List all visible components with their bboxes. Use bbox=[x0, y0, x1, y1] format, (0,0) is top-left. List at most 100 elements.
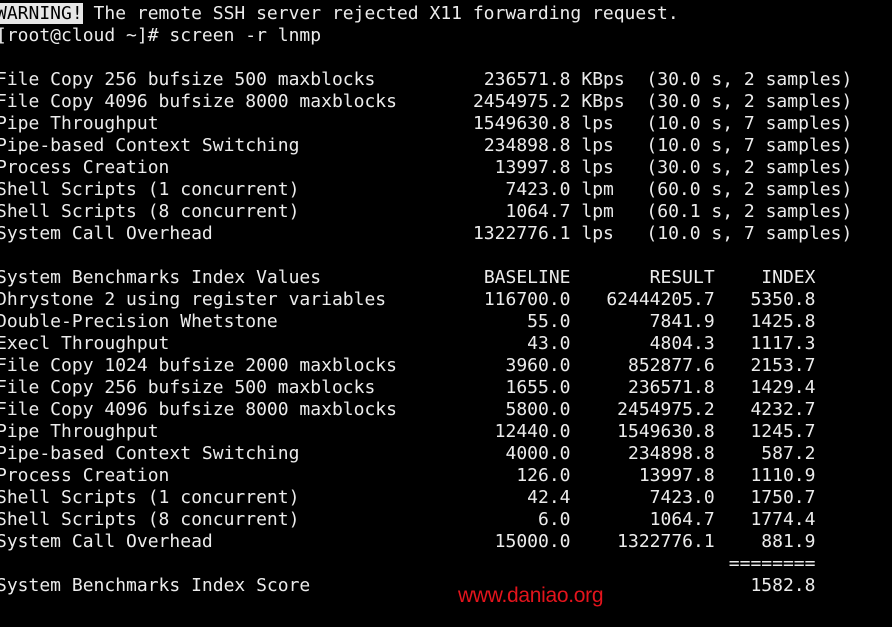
baseline-value: 55.0 bbox=[527, 311, 571, 332]
index-test-name: Process Creation bbox=[0, 465, 170, 486]
baseline-value: 15000.0 bbox=[494, 531, 571, 552]
index-row: System Call Overhead 15000.0 1322776.1 881.… bbox=[0, 531, 892, 553]
index-value: 4232.7 bbox=[750, 399, 816, 420]
index-row: Dhrystone 2 using register variables 1167… bbox=[0, 289, 892, 311]
result-row: Shell Scripts (8 concurrent) 1064.7 lpm (60… bbox=[0, 201, 892, 223]
test-unit: lps bbox=[581, 157, 614, 178]
test-name: System Call Overhead bbox=[0, 223, 213, 244]
test-detail: (30.0 s, 2 samples) bbox=[646, 157, 853, 178]
index-value: 587.2 bbox=[761, 443, 816, 464]
test-name: Pipe-based Context Switching bbox=[0, 135, 300, 156]
result-row: File Copy 256 bufsize 500 maxblocks 23657… bbox=[0, 69, 892, 91]
index-test-name: Double-Precision Whetstone bbox=[0, 311, 278, 332]
test-name: Pipe Throughput bbox=[0, 113, 159, 134]
baseline-value: 43.0 bbox=[527, 333, 571, 354]
baseline-value: 12440.0 bbox=[494, 421, 571, 442]
baseline-value: 116700.0 bbox=[483, 289, 571, 310]
result-value: 4804.3 bbox=[649, 333, 715, 354]
result-row: Process Creation 13997.8 lps (30.0 s, 2 sam… bbox=[0, 157, 892, 179]
baseline-value: 1655.0 bbox=[505, 377, 571, 398]
test-detail: (60.0 s, 2 samples) bbox=[646, 179, 853, 200]
index-value: 1750.7 bbox=[750, 487, 816, 508]
index-test-name: Pipe-based Context Switching bbox=[0, 443, 300, 464]
test-value: 2454975.2 bbox=[472, 91, 571, 112]
test-name: Process Creation bbox=[0, 157, 170, 178]
test-detail: (10.0 s, 7 samples) bbox=[646, 113, 853, 134]
test-unit: lps bbox=[581, 223, 614, 244]
index-test-name: File Copy 256 bufsize 500 maxblocks bbox=[0, 377, 376, 398]
result-value: 7841.9 bbox=[649, 311, 715, 332]
result-value: 234898.8 bbox=[627, 443, 715, 464]
index-row: Process Creation 126.0 13997.8 1110.9 bbox=[0, 465, 892, 487]
index-value: 1774.4 bbox=[750, 509, 816, 530]
baseline-value: 126.0 bbox=[516, 465, 571, 486]
index-row: Shell Scripts (1 concurrent) 42.4 7423.0 17… bbox=[0, 487, 892, 509]
result-value: 2454975.2 bbox=[617, 399, 715, 420]
index-table-title: System Benchmarks Index Values bbox=[0, 267, 322, 288]
header-index: INDEX bbox=[761, 267, 816, 288]
test-unit: lps bbox=[581, 113, 614, 134]
test-value: 234898.8 bbox=[483, 135, 571, 156]
index-test-name: File Copy 1024 bufsize 2000 maxblocks bbox=[0, 355, 397, 376]
index-test-name: Execl Throughput bbox=[0, 333, 170, 354]
result-value: 13997.8 bbox=[638, 465, 715, 486]
result-row: System Call Overhead 1322776.1 lps (10.0 s,… bbox=[0, 223, 892, 245]
test-detail: (60.1 s, 2 samples) bbox=[646, 201, 853, 222]
index-table-header: System Benchmarks Index Values BASELINE RE… bbox=[0, 267, 892, 289]
result-value: 852877.6 bbox=[627, 355, 715, 376]
test-value: 236571.8 bbox=[483, 69, 571, 90]
separator-line: ======== bbox=[0, 553, 892, 575]
score-line: System Benchmarks Index Score 1582.8 bbox=[0, 575, 892, 597]
test-unit: lpm bbox=[581, 179, 614, 200]
test-detail: (10.0 s, 7 samples) bbox=[646, 223, 853, 244]
score-label: System Benchmarks Index Score bbox=[0, 575, 311, 596]
test-value: 13997.8 bbox=[494, 157, 571, 178]
index-row: File Copy 1024 bufsize 2000 maxblocks 396… bbox=[0, 355, 892, 377]
test-name: File Copy 256 bufsize 500 maxblocks bbox=[0, 69, 376, 90]
test-unit: KBps bbox=[581, 69, 625, 90]
test-unit: lpm bbox=[581, 201, 614, 222]
index-value: 1117.3 bbox=[750, 333, 816, 354]
baseline-value: 42.4 bbox=[527, 487, 571, 508]
index-test-name: File Copy 4096 bufsize 8000 maxblocks bbox=[0, 399, 397, 420]
result-row: Pipe Throughput 1549630.8 lps (10.0 s, 7 sa… bbox=[0, 113, 892, 135]
baseline-value: 6.0 bbox=[538, 509, 571, 530]
score-value: 1582.8 bbox=[750, 575, 816, 596]
terminal-window[interactable]: WARNING! The remote SSH server rejected … bbox=[0, 0, 892, 627]
test-detail: (30.0 s, 2 samples) bbox=[646, 69, 853, 90]
separator: ======== bbox=[728, 553, 816, 574]
baseline-value: 4000.0 bbox=[505, 443, 571, 464]
index-value: 881.9 bbox=[761, 531, 816, 552]
index-test-name: Shell Scripts (1 concurrent) bbox=[0, 487, 300, 508]
baseline-value: 3960.0 bbox=[505, 355, 571, 376]
index-test-name: Dhrystone 2 using register variables bbox=[0, 289, 387, 310]
index-row: Execl Throughput 43.0 4804.3 1117.3 bbox=[0, 333, 892, 355]
warning-line: WARNING! The remote SSH server rejected … bbox=[0, 3, 892, 25]
shell-prompt: [root@cloud ~]# screen -r lnmp bbox=[0, 25, 322, 46]
test-unit: lps bbox=[581, 135, 614, 156]
index-value: 1110.9 bbox=[750, 465, 816, 486]
header-result: RESULT bbox=[649, 267, 715, 288]
test-value: 1064.7 bbox=[505, 201, 571, 222]
index-row: File Copy 256 bufsize 500 maxblocks 1655.… bbox=[0, 377, 892, 399]
test-value: 1322776.1 bbox=[472, 223, 571, 244]
result-row: File Copy 4096 bufsize 8000 maxblocks 245… bbox=[0, 91, 892, 113]
index-row: Shell Scripts (8 concurrent) 6.0 1064.7 177… bbox=[0, 509, 892, 531]
watermark: www.daniao.org bbox=[458, 584, 604, 607]
result-value: 62444205.7 bbox=[606, 289, 715, 310]
index-test-name: Pipe Throughput bbox=[0, 421, 159, 442]
test-unit: KBps bbox=[581, 91, 625, 112]
warning-badge: WARNING! bbox=[0, 3, 83, 24]
test-name: Shell Scripts (8 concurrent) bbox=[0, 201, 300, 222]
result-value: 1064.7 bbox=[649, 509, 715, 530]
index-value: 5350.8 bbox=[750, 289, 816, 310]
index-test-name: Shell Scripts (8 concurrent) bbox=[0, 509, 300, 530]
warning-message: The remote SSH server rejected X11 forwa… bbox=[82, 3, 679, 24]
result-value: 1322776.1 bbox=[617, 531, 715, 552]
test-value: 1549630.8 bbox=[472, 113, 571, 134]
index-value: 1245.7 bbox=[750, 421, 816, 442]
test-name: File Copy 4096 bufsize 8000 maxblocks bbox=[0, 91, 397, 112]
test-detail: (30.0 s, 2 samples) bbox=[646, 91, 853, 112]
result-value: 7423.0 bbox=[649, 487, 715, 508]
test-value: 7423.0 bbox=[505, 179, 571, 200]
